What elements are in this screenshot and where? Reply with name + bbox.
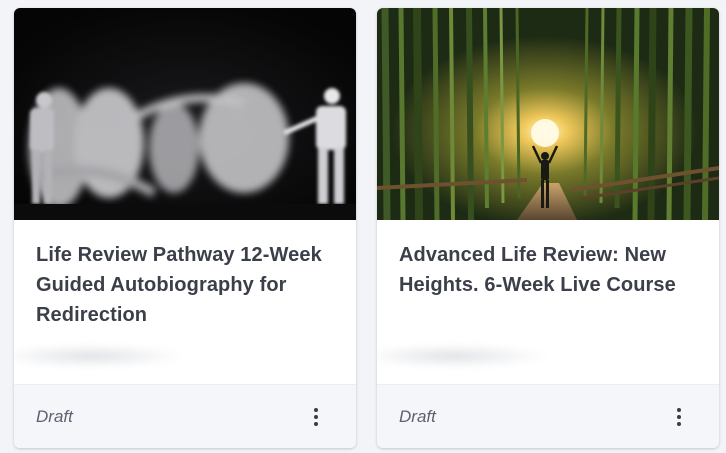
card-footer: Draft bbox=[377, 384, 719, 448]
course-card[interactable]: Life Review Pathway 12-Week Guided Autob… bbox=[14, 8, 356, 448]
fencing-photo-icon bbox=[14, 8, 356, 220]
course-title[interactable]: Advanced Life Review: New Heights. 6-Wee… bbox=[399, 240, 701, 300]
status-label: Draft bbox=[399, 406, 436, 426]
status-label: Draft bbox=[36, 406, 73, 426]
course-grid: Life Review Pathway 12-Week Guided Autob… bbox=[0, 0, 726, 453]
more-vertical-icon[interactable] bbox=[667, 403, 691, 431]
card-footer: Draft bbox=[14, 384, 356, 448]
course-title[interactable]: Life Review Pathway 12-Week Guided Autob… bbox=[36, 240, 338, 330]
course-card[interactable]: Advanced Life Review: New Heights. 6-Wee… bbox=[377, 8, 719, 448]
redacted-subtitle bbox=[377, 344, 547, 368]
more-vertical-icon[interactable] bbox=[304, 403, 328, 431]
course-thumbnail-fencing[interactable] bbox=[14, 8, 356, 220]
redacted-subtitle bbox=[14, 344, 184, 368]
bamboo-forest-photo-icon bbox=[377, 8, 719, 220]
course-thumbnail-bamboo[interactable] bbox=[377, 8, 719, 220]
